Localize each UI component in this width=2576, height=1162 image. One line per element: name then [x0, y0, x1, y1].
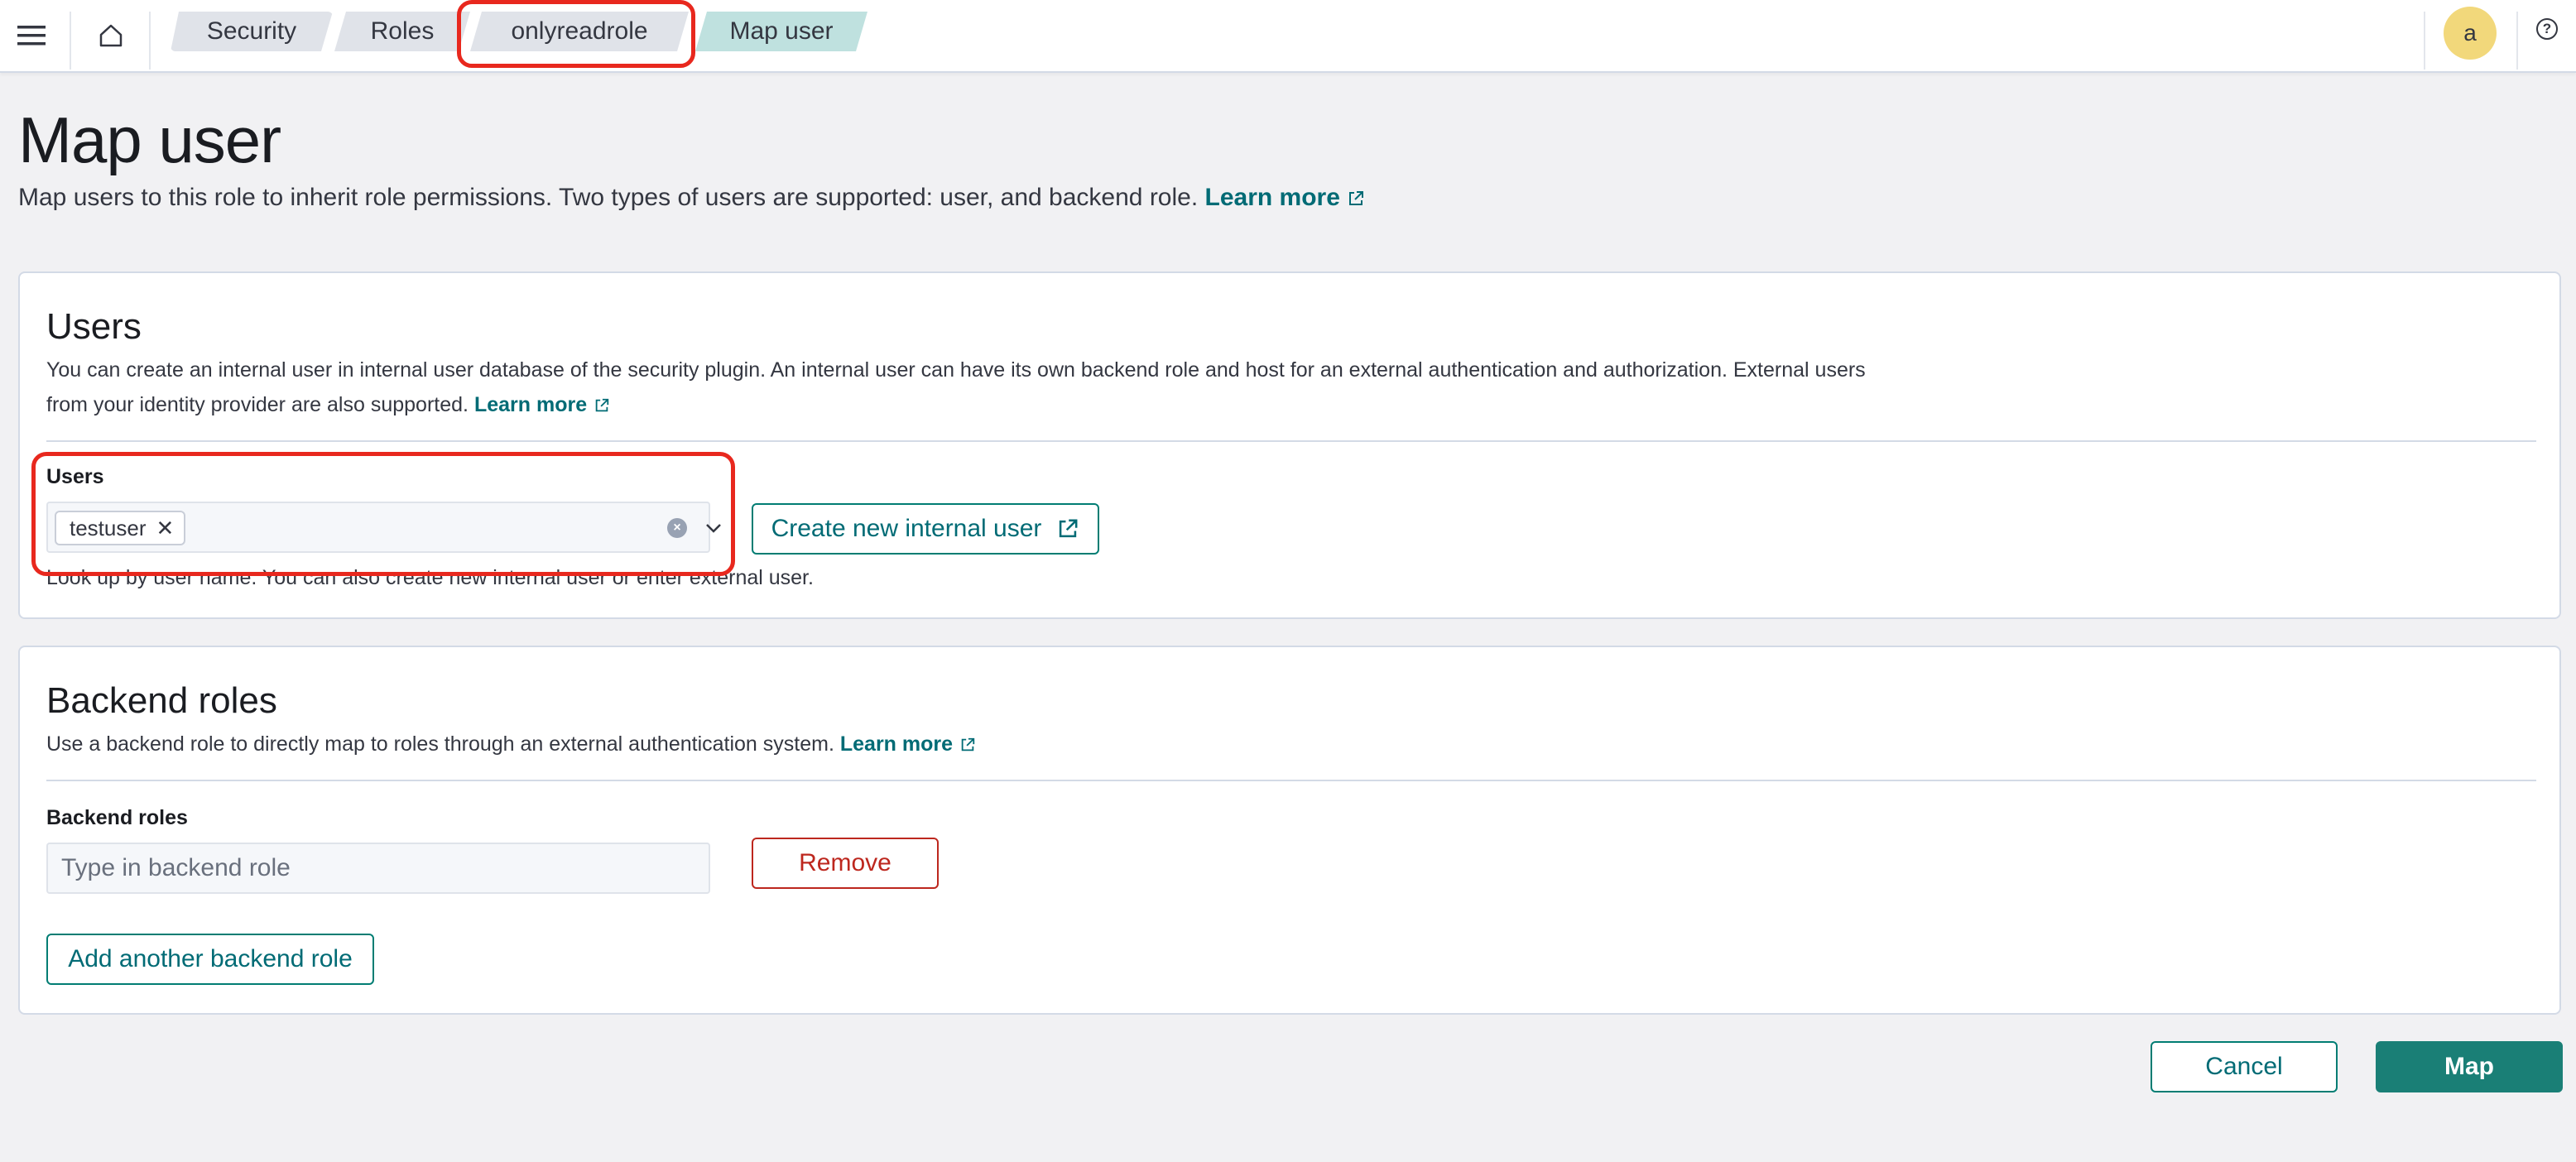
external-link-icon — [1348, 191, 1363, 206]
home-icon[interactable] — [81, 0, 141, 71]
backend-learn-more-link[interactable]: Learn more — [840, 732, 976, 756]
cancel-button[interactable]: Cancel — [2151, 1041, 2338, 1092]
create-internal-user-button[interactable]: Create new internal user — [752, 503, 1099, 555]
breadcrumb-security[interactable]: Security — [171, 12, 333, 51]
page-title: Map user — [18, 103, 281, 176]
page-description: Map users to this role to inherit role p… — [18, 184, 1365, 212]
backend-roles-title: Backend roles — [46, 680, 277, 721]
breadcrumb-onlyreadrole[interactable]: onlyreadrole — [470, 12, 689, 51]
hamburger-menu-icon[interactable] — [0, 0, 63, 71]
external-link-icon — [1060, 519, 1078, 538]
user-chip-testuser: testuser ✕ — [55, 511, 186, 545]
external-link-icon — [595, 399, 609, 412]
add-backend-role-button[interactable]: Add another backend role — [46, 934, 374, 985]
learn-more-link[interactable]: Learn more — [1205, 184, 1365, 211]
map-button[interactable]: Map — [2376, 1041, 2563, 1092]
backend-roles-description: Use a backend role to directly map to ro… — [46, 727, 1950, 761]
header-separator — [2424, 12, 2425, 70]
breadcrumb-roles[interactable]: Roles — [334, 12, 470, 51]
remove-button[interactable]: Remove — [752, 838, 939, 889]
header-separator — [70, 12, 71, 70]
backend-roles-panel: Backend roles Use a backend role to dire… — [18, 646, 2561, 1015]
chevron-down-icon[interactable] — [704, 518, 723, 538]
header-separator — [149, 12, 151, 70]
header-separator — [2516, 12, 2518, 70]
remove-chip-icon[interactable]: ✕ — [156, 516, 175, 541]
help-icon[interactable]: ? — [2536, 18, 2558, 40]
clear-icon[interactable]: × — [667, 518, 687, 538]
divider — [46, 440, 2536, 442]
backend-role-input[interactable]: Type in backend role — [46, 843, 710, 894]
top-header: Security Roles onlyreadrole Map user a ? — [0, 0, 2576, 73]
external-link-icon — [961, 738, 975, 751]
users-panel: Users You can create an internal user in… — [18, 271, 2561, 619]
users-combobox[interactable]: testuser ✕ × — [46, 502, 721, 553]
divider — [46, 780, 2536, 781]
users-panel-title: Users — [46, 306, 142, 347]
users-field-label: Users — [46, 465, 104, 488]
users-panel-description: You can create an internal user in inter… — [46, 358, 1866, 416]
backend-roles-field-label: Backend roles — [46, 806, 188, 829]
page-description-text: Map users to this role to inherit role p… — [18, 184, 1199, 211]
avatar[interactable]: a — [2444, 7, 2497, 60]
user-chip-label: testuser — [70, 515, 147, 540]
users-learn-more-link[interactable]: Learn more — [474, 393, 610, 416]
breadcrumb-map-user: Map user — [695, 12, 867, 51]
users-help-text: Look up by user name. You can also creat… — [46, 566, 814, 589]
